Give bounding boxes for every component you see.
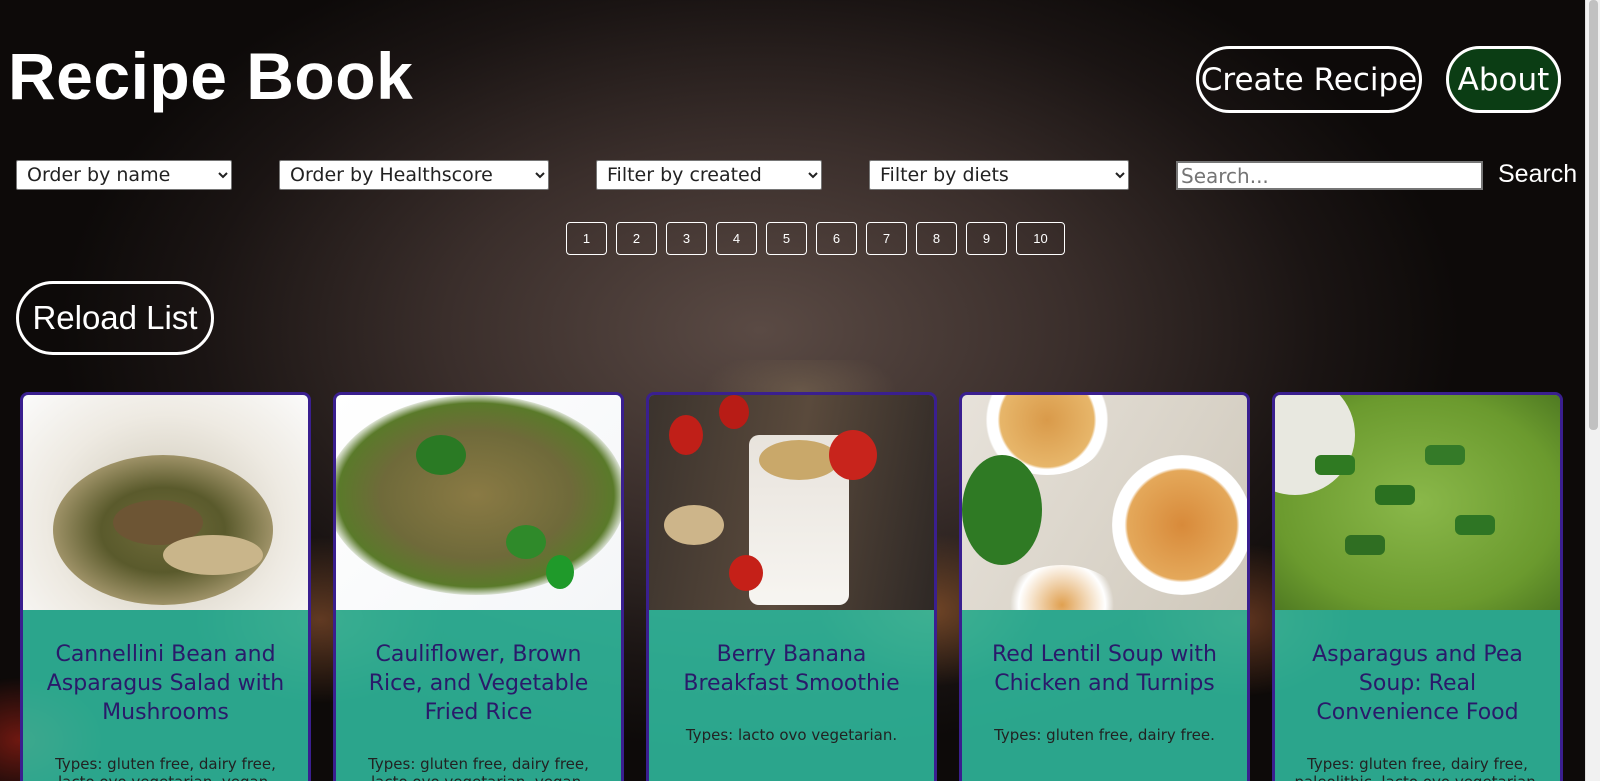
recipe-name: Red Lentil Soup with Chicken and Turnips xyxy=(992,642,1217,696)
page-button-7[interactable]: 7 xyxy=(866,222,907,255)
recipe-types: Types: gluten free, dairy free, lacto ov… xyxy=(55,755,276,781)
order-by-healthscore-select[interactable]: Order by Healthscore xyxy=(279,160,549,190)
page-button-9[interactable]: 9 xyxy=(966,222,1007,255)
recipe-name: Cauliflower, Brown Rice, and Vegetable F… xyxy=(368,642,589,725)
search-button[interactable]: Search xyxy=(1498,160,1577,189)
recipe-name: Berry Banana Breakfast Smoothie xyxy=(683,642,900,696)
recipe-card[interactable]: Berry Banana Breakfast Smoothie Types: l… xyxy=(646,392,937,781)
create-recipe-button[interactable]: Create Recipe xyxy=(1196,46,1422,113)
recipe-image xyxy=(1275,395,1560,610)
recipe-types: Types: gluten free, dairy free, paleolit… xyxy=(1294,755,1540,781)
recipe-card[interactable]: Cannellini Bean and Asparagus Salad with… xyxy=(20,392,311,781)
page-button-8[interactable]: 8 xyxy=(916,222,957,255)
order-by-name-select[interactable]: Order by name xyxy=(16,160,232,190)
page-button-10[interactable]: 10 xyxy=(1016,222,1065,255)
page-button-3[interactable]: 3 xyxy=(666,222,707,255)
recipe-name: Cannellini Bean and Asparagus Salad with… xyxy=(46,642,285,725)
page-scrollbar[interactable] xyxy=(1585,0,1600,781)
page-button-1[interactable]: 1 xyxy=(566,222,607,255)
recipe-card[interactable]: Cauliflower, Brown Rice, and Vegetable F… xyxy=(333,392,624,781)
reload-list-button[interactable]: Reload List xyxy=(16,281,214,355)
recipe-types: Types: lacto ovo vegetarian. xyxy=(685,726,898,744)
recipe-image xyxy=(23,395,308,610)
search-input[interactable] xyxy=(1176,161,1483,190)
page-button-5[interactable]: 5 xyxy=(766,222,807,255)
recipe-image xyxy=(962,395,1247,610)
filter-by-diets-select[interactable]: Filter by diets xyxy=(869,160,1129,190)
recipe-card[interactable]: Red Lentil Soup with Chicken and Turnips… xyxy=(959,392,1250,781)
page-button-4[interactable]: 4 xyxy=(716,222,757,255)
pagination: 1 2 3 4 5 6 7 8 9 10 xyxy=(566,222,1065,255)
recipe-image xyxy=(649,395,934,610)
about-button[interactable]: About xyxy=(1446,46,1561,113)
scrollbar-thumb[interactable] xyxy=(1589,0,1598,430)
page-button-6[interactable]: 6 xyxy=(816,222,857,255)
page-title: Recipe Book xyxy=(8,39,414,113)
page-button-2[interactable]: 2 xyxy=(616,222,657,255)
recipe-types: Types: gluten free, dairy free. xyxy=(994,726,1215,744)
recipe-card[interactable]: Asparagus and Pea Soup: Real Convenience… xyxy=(1272,392,1563,781)
recipe-types: Types: gluten free, dairy free, lacto ov… xyxy=(368,755,589,781)
recipe-image xyxy=(336,395,621,610)
filter-by-created-select[interactable]: Filter by created xyxy=(596,160,822,190)
recipe-name: Asparagus and Pea Soup: Real Convenience… xyxy=(1312,642,1523,725)
